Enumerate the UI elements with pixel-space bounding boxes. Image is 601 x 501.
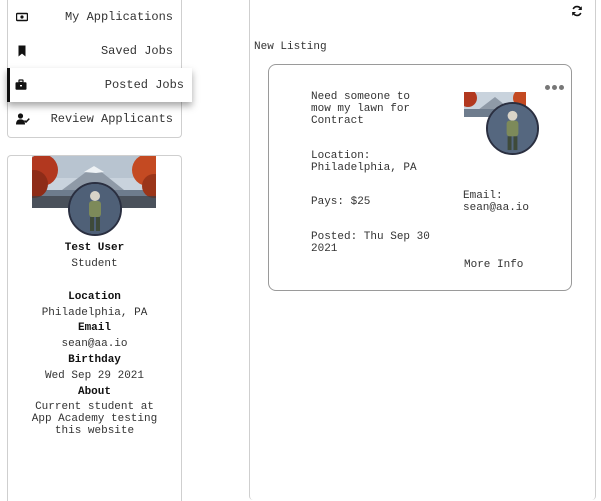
listing-card: Need someone to mow my lawn for Contract… [268,64,572,291]
listing-location: Location: Philadelphia, PA [311,150,417,174]
listing-title-line: Contract [311,115,364,127]
listing-location-value: Philadelphia, PA [311,162,417,174]
sidebar-nav: My Applications Saved Jobs Posted Jobs R… [7,0,192,138]
listing-avatar [486,102,539,155]
profile-location-label: Location [68,291,121,303]
more-dots-icon[interactable] [545,85,564,90]
nav-item-label: Saved Jobs [100,44,173,58]
profile-name: Test User [64,242,125,254]
nav-item-saved-jobs[interactable]: Saved Jobs [8,34,181,68]
avatar [68,182,122,236]
main-panel: New Listing Need someone to mow my lawn … [249,0,596,500]
nav-item-my-applications[interactable]: My Applications [8,0,181,34]
profile-location: Philadelphia, PA [41,307,148,319]
listing-email-label: Email: [463,190,503,202]
user-check-icon [16,113,30,125]
listing-posted-line: 2021 [311,243,338,255]
profile-card: Test User Student Location Philadelphia,… [7,155,182,501]
more-info-link[interactable]: More Info [464,259,523,271]
money-icon [16,12,28,22]
profile-email: sean@aa.io [61,338,128,350]
listing-posted-line: Posted: Thu Sep 30 [311,231,430,243]
nav-item-label: My Applications [64,10,173,24]
refresh-icon[interactable] [571,5,583,17]
profile-about-line: this website [54,425,135,437]
listing-email: Email: sean@aa.io [463,190,529,214]
briefcase-icon [15,79,27,90]
profile-birthday: Wed Sep 29 2021 [44,370,145,382]
profile-about-line: Current student at [35,401,154,413]
nav-item-label: Posted Jobs [104,78,184,92]
nav-item-label: Review Applicants [50,112,173,126]
listing-email-value: sean@aa.io [463,202,530,214]
profile-about: Current student at App Academy testing t… [8,401,181,437]
bookmark-icon [18,45,26,57]
profile-birthday-label: Birthday [68,354,121,366]
listing-title-line: Need someone to [311,91,411,103]
nav-item-posted-jobs[interactable]: Posted Jobs [7,68,192,102]
section-title: New Listing [254,41,327,53]
nav-item-review-applicants[interactable]: Review Applicants [8,102,181,136]
listing-title: Need someone to mow my lawn for Contract [311,91,410,127]
listing-title-line: mow my lawn for [311,103,411,115]
listing-pay: Pays: $25 [311,196,371,208]
listing-location-label: Location: [311,150,371,162]
listing-posted: Posted: Thu Sep 30 2021 [311,231,430,255]
profile-about-line: App Academy testing [31,413,158,425]
profile-email-label: Email [77,322,111,334]
profile-role: Student [71,258,118,270]
profile-about-label: About [77,386,111,398]
